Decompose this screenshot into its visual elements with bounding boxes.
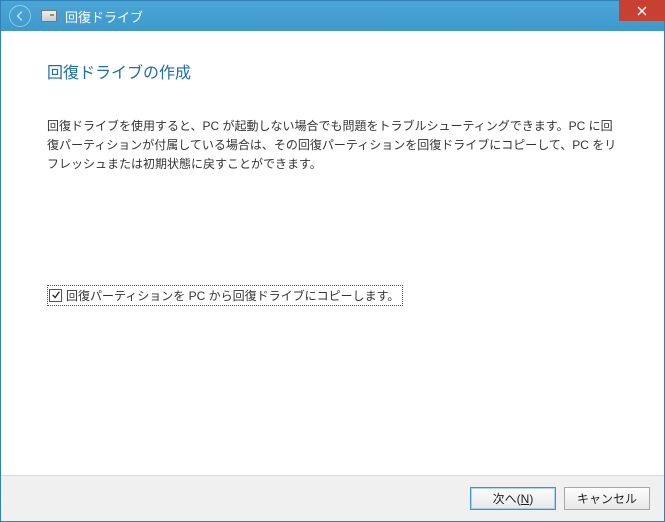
drive-icon [41, 10, 57, 22]
description-text: 回復ドライブを使用すると、PC が起動しない場合でも問題をトラブルシューティング… [47, 117, 618, 175]
footer: 次へ(N) キャンセル [1, 475, 664, 521]
close-button[interactable] [619, 0, 665, 21]
checkbox-box [49, 289, 62, 302]
page-heading: 回復ドライブの作成 [47, 59, 618, 83]
copy-partition-checkbox-row[interactable]: 回復パーティションを PC から回復ドライブにコピーします。 [47, 285, 403, 306]
close-icon [637, 6, 647, 16]
checkbox-label: 回復パーティションを PC から回復ドライブにコピーします。 [66, 287, 399, 304]
next-button[interactable]: 次へ(N) [470, 487, 556, 510]
next-label-prefix: 次へ( [493, 490, 521, 507]
titlebar: 回復ドライブ [1, 1, 664, 31]
window-title: 回復ドライブ [65, 7, 143, 26]
cancel-button[interactable]: キャンセル [564, 487, 650, 510]
next-label-key: N [521, 492, 530, 506]
content-area: 回復ドライブの作成 回復ドライブを使用すると、PC が起動しない場合でも問題をト… [1, 31, 664, 475]
recovery-drive-window: 回復ドライブ 回復ドライブの作成 回復ドライブを使用すると、PC が起動しない場… [0, 0, 665, 522]
back-arrow-icon [14, 10, 26, 22]
checkmark-icon [51, 290, 61, 300]
back-button[interactable] [9, 5, 31, 27]
next-label-suffix: ) [529, 492, 533, 506]
